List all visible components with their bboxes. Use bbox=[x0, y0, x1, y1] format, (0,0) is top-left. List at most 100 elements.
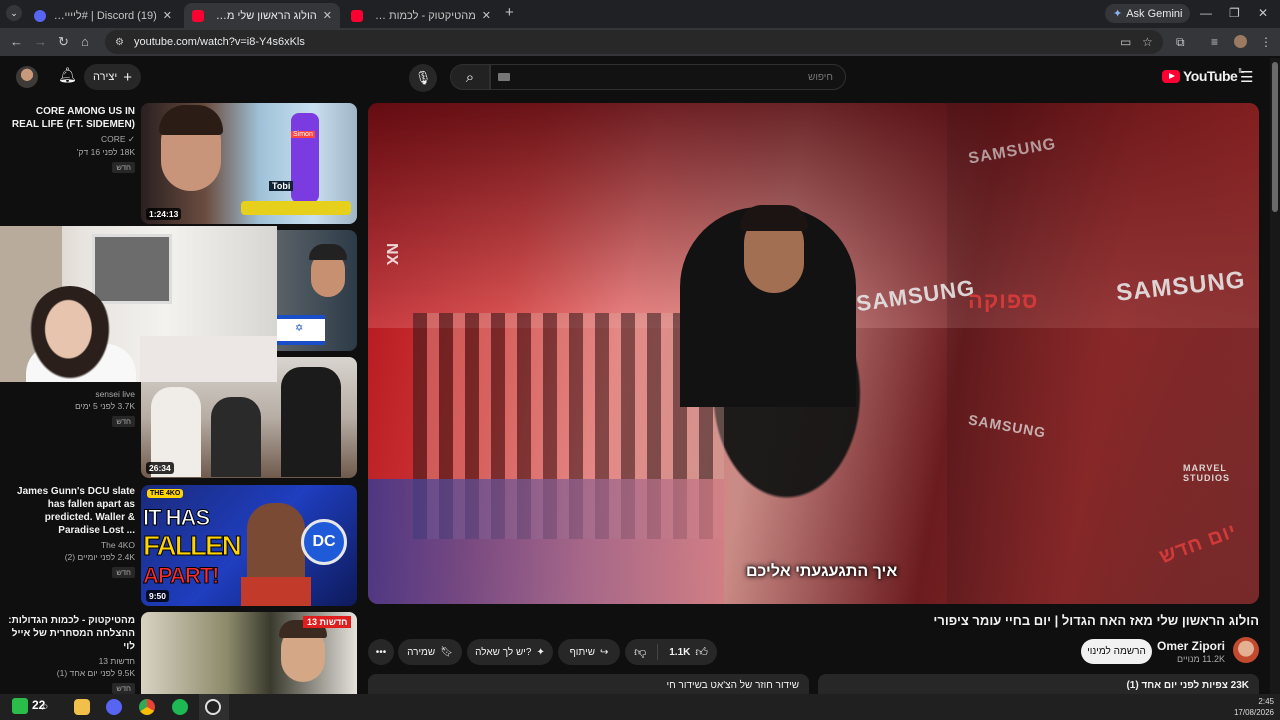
thumb-label: Tobi bbox=[269, 181, 294, 191]
new-tab-icon[interactable]: + bbox=[505, 4, 514, 21]
clock-date: 17/08/2026 bbox=[1233, 708, 1274, 717]
reading-list-icon[interactable]: ≡ bbox=[1211, 35, 1218, 49]
channel-name[interactable]: חדשות 13 bbox=[8, 656, 135, 666]
browser-tab-discord[interactable]: (19) Discord | #לייייבבבבבב | Re ✕ bbox=[26, 3, 180, 28]
channel-name[interactable]: The 4KO bbox=[8, 540, 135, 550]
back-icon[interactable]: ← bbox=[10, 34, 23, 49]
video-player[interactable]: SAMSUNG SAMSUNG SAMSUNG SAMSUNG ספוקה יו… bbox=[368, 103, 1259, 604]
tab-title: מהטיקטוק - לכמות הגדולות: הצ bbox=[369, 9, 476, 22]
new-badge: חדש bbox=[112, 162, 135, 173]
divider bbox=[657, 644, 659, 660]
new-badge: חדש bbox=[112, 683, 135, 694]
tab-search-icon[interactable]: ⌄ bbox=[6, 5, 22, 21]
gemini-icon: ✦ bbox=[1113, 8, 1123, 20]
channel-avatar[interactable] bbox=[1233, 637, 1259, 663]
close-icon[interactable]: ✕ bbox=[163, 9, 172, 22]
player-floor bbox=[368, 478, 725, 604]
weather-icon[interactable] bbox=[12, 698, 28, 714]
spotify-taskbar-icon[interactable] bbox=[172, 699, 188, 715]
sparkle-icon: ✦ bbox=[536, 646, 545, 658]
minimize-icon[interactable]: — bbox=[1200, 6, 1212, 20]
create-button[interactable]: יצירה + bbox=[84, 64, 141, 90]
browser-tab-youtube[interactable]: מהטיקטוק - לכמות הגדולות: הצ ✕ bbox=[343, 3, 499, 28]
thumb-tag: THE 4KO bbox=[147, 489, 184, 498]
related-video-1[interactable]: CORE AMONG US IN REAL LIFE (FT. SIDEMEN)… bbox=[0, 103, 358, 224]
address-bar[interactable]: ⚙ youtube.com/watch?v=i8-Y4s6xKls bbox=[105, 30, 1163, 54]
tab-title: (19) Discord | #לייייבבבבבב | Re bbox=[52, 9, 157, 22]
webcam-window bbox=[92, 234, 172, 304]
more-actions-icon[interactable]: ••• bbox=[368, 639, 394, 665]
hamburger-menu-icon[interactable]: ☰ bbox=[1240, 68, 1253, 86]
ask-gemini-button[interactable]: ✦ Ask Gemini bbox=[1105, 4, 1191, 23]
browser-toolbar: ← → ↻ ⌂ ⚙ youtube.com/watch?v=i8-Y4s6xKl… bbox=[0, 28, 1280, 56]
keyboard-icon[interactable] bbox=[498, 73, 510, 81]
logo-text: YouTube bbox=[1183, 68, 1238, 84]
search-input[interactable] bbox=[490, 64, 846, 90]
scrollbar-thumb[interactable] bbox=[1272, 62, 1278, 212]
more-menu-icon[interactable]: ⋮ bbox=[1260, 35, 1272, 49]
video-caption: איך התגעגעתי אליכם bbox=[746, 563, 898, 580]
subscribe-button[interactable]: הרשמה למינוי bbox=[1081, 639, 1152, 664]
thumb-tag: חדשות 13 bbox=[303, 616, 352, 628]
voice-search-icon[interactable]: 🎙︎ bbox=[409, 64, 437, 92]
close-window-icon[interactable]: ✕ bbox=[1258, 6, 1268, 20]
restore-icon[interactable]: ❐ bbox=[1229, 6, 1240, 20]
video-title[interactable]: CORE AMONG US IN REAL LIFE (FT. SIDEMEN) bbox=[8, 105, 135, 131]
channel-name-main[interactable]: Omer Zipori bbox=[1150, 639, 1225, 653]
video-stats: 18K לפני 16 דק' bbox=[76, 147, 135, 157]
related-video-4[interactable]: מהטיקטוק - לכמות הגדולות: ההצלחה המסחרית… bbox=[0, 612, 358, 694]
webcam-overlay bbox=[0, 226, 277, 382]
taskbar-clock[interactable]: 2:45 17/08/2026 bbox=[1226, 696, 1274, 718]
discord-icon bbox=[34, 9, 46, 22]
extensions-icon[interactable]: ⧉ bbox=[1176, 35, 1185, 50]
duration-badge: 1:24:13 bbox=[146, 208, 182, 220]
file-explorer-icon[interactable] bbox=[74, 699, 90, 715]
search-button[interactable]: ⌕ bbox=[450, 64, 490, 90]
channel-name[interactable]: CORE ✓ bbox=[8, 134, 135, 145]
site-info-icon[interactable]: ⚙ bbox=[115, 37, 124, 48]
like-icon[interactable]: 👍︎ bbox=[695, 645, 708, 660]
profile-avatar[interactable] bbox=[1234, 35, 1247, 48]
live-chat-replay[interactable]: שידור חוזר של הצ'אט בשידור חי bbox=[368, 674, 809, 694]
video-stats: 3.7K לפני 5 ימים bbox=[74, 401, 135, 411]
share-button[interactable]: שיתוף ↪ bbox=[558, 639, 620, 665]
notifications-bell-icon[interactable]: 🔔︎ bbox=[58, 66, 77, 84]
description-box[interactable]: 23K צפיות לפני יום אחד (1) bbox=[818, 674, 1259, 694]
video-thumbnail[interactable]: חדשות 13 bbox=[141, 612, 357, 694]
taskbar-search-icon[interactable]: ⌕ bbox=[42, 699, 49, 714]
youtube-icon bbox=[351, 9, 363, 22]
youtube-logo[interactable]: YouTube IL bbox=[1162, 68, 1244, 84]
related-video-3[interactable]: James Gunn's DCU slate has fallen apart … bbox=[0, 485, 358, 606]
video-thumbnail[interactable]: THE 4KO IT HAS FALLEN APART! DC 9:50 bbox=[141, 485, 357, 606]
browser-tab-active[interactable]: הולוג הראשון שלי מאז האח הגדול | יום ✕ bbox=[184, 3, 340, 28]
browser-tab-strip: ⌄ (19) Discord | #לייייבבבבבב | Re ✕ הול… bbox=[0, 0, 1280, 28]
video-stats: 2.4K לפני יומיים (2) bbox=[64, 552, 135, 562]
channel-name[interactable]: sensei live bbox=[8, 389, 135, 399]
brand-hebrew: ספוקה bbox=[968, 288, 1039, 313]
webcam-person bbox=[30, 286, 110, 382]
close-icon[interactable]: ✕ bbox=[323, 9, 332, 22]
home-icon[interactable]: ⌂ bbox=[81, 34, 89, 49]
account-avatar[interactable] bbox=[16, 66, 38, 88]
bookmark-star-icon[interactable]: ☆ bbox=[1142, 35, 1153, 49]
close-icon[interactable]: ✕ bbox=[482, 9, 491, 22]
thumb-label: Simon bbox=[291, 131, 315, 138]
video-title[interactable]: James Gunn's DCU slate has fallen apart … bbox=[8, 485, 135, 537]
likes-count: 1.1K bbox=[669, 646, 691, 658]
youtube-icon bbox=[192, 9, 204, 22]
ask-button[interactable]: יש לך שאלה? ✦ bbox=[467, 639, 553, 665]
video-title[interactable]: מהטיקטוק - לכמות הגדולות: ההצלחה המסחרית… bbox=[8, 614, 135, 653]
dislike-icon[interactable]: 👎︎ bbox=[634, 645, 646, 660]
ask-label: יש לך שאלה? bbox=[475, 646, 532, 658]
save-button[interactable]: שמירה 🔖︎ bbox=[398, 639, 462, 665]
forward-icon[interactable]: → bbox=[34, 34, 47, 49]
video-title-main: הולוג הראשון שלי מאז האח הגדול | יום בחי… bbox=[933, 613, 1259, 628]
chrome-taskbar-icon[interactable] bbox=[139, 699, 155, 715]
active-app-highlight bbox=[199, 694, 229, 720]
like-dislike-group: 👎︎ 1.1K 👍︎ bbox=[625, 639, 717, 665]
reload-icon[interactable]: ↻ bbox=[58, 34, 69, 50]
video-thumbnail[interactable]: Simon Tobi 1:24:13 bbox=[141, 103, 357, 224]
duration-badge: 9:50 bbox=[146, 590, 170, 602]
cast-icon[interactable]: ▭ bbox=[1120, 35, 1131, 49]
discord-taskbar-icon[interactable] bbox=[106, 699, 122, 715]
